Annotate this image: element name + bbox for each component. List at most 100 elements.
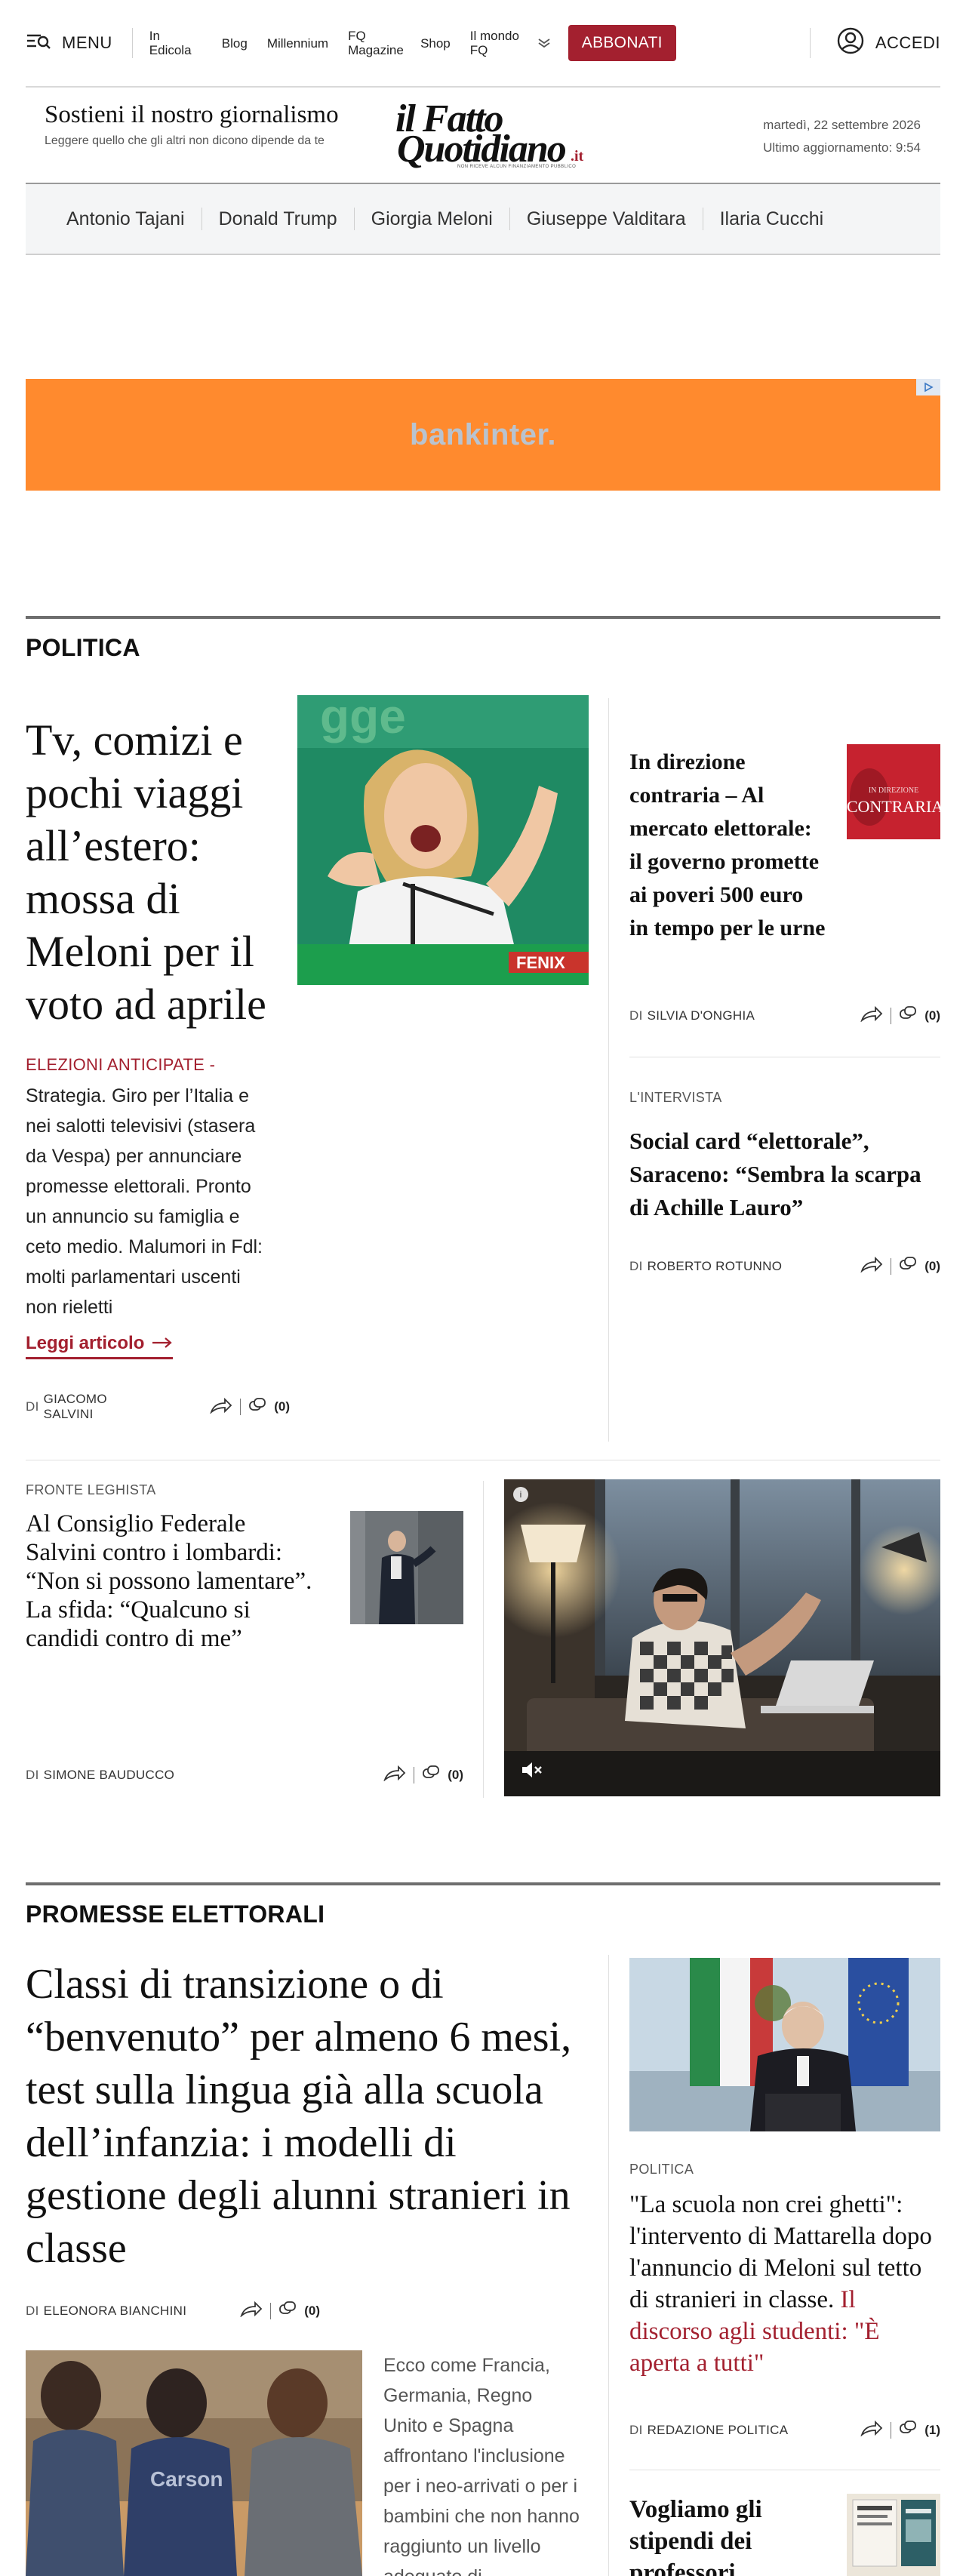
login-button[interactable]: ACCEDI xyxy=(809,27,940,58)
article-actions: (0) xyxy=(383,1765,463,1785)
logo-tagline: NON RICEVE ALCUN FINANZIAMENTO PUBBLICO xyxy=(457,165,577,169)
side-article-kicker[interactable]: L'INTERVISTA xyxy=(629,1090,722,1106)
main-article-kicker[interactable]: ELEZIONI ANTICIPATE - xyxy=(26,1055,215,1075)
byline-prefix: DI xyxy=(26,1399,39,1414)
current-date: martedì, 22 settembre 2026 xyxy=(763,118,921,132)
main-article-title[interactable]: Tv, comizi e pochi viaggi all’estero: mo… xyxy=(26,714,282,1031)
share-icon[interactable] xyxy=(210,1397,232,1417)
byline: DI ELEONORA BIANCHINI xyxy=(26,2304,186,2319)
byline: DI GIACOMO SALVINI xyxy=(26,1392,127,1422)
tag-ilaria-cucchi[interactable]: Ilaria Cucchi xyxy=(702,208,841,230)
support-subtitle[interactable]: Leggere quello che gli altri non dicono … xyxy=(45,134,384,147)
author-link[interactable]: ROBERTO ROTUNNO xyxy=(648,1259,783,1274)
article-actions: (1) xyxy=(860,2420,940,2440)
article-actions: (0) xyxy=(860,1005,940,1026)
nav-link-fq-magazine[interactable]: FQ Magazine xyxy=(348,29,404,57)
byline: DI REDAZIONE POLITICA xyxy=(629,2423,788,2438)
separator xyxy=(240,1399,242,1415)
main-article-summary: Strategia. Giro per l’Italia e nei salot… xyxy=(26,1085,263,1318)
tag-giuseppe-valditara[interactable]: Giuseppe Valditara xyxy=(509,208,703,230)
nav-link-blog[interactable]: Blog xyxy=(222,36,248,51)
section-divider xyxy=(26,1882,940,1885)
comments-icon[interactable] xyxy=(899,1256,917,1276)
svg-text:FENIX: FENIX xyxy=(516,953,565,972)
mute-icon[interactable] xyxy=(521,1760,543,1784)
ad-brand: bankinter. xyxy=(410,417,556,451)
comments-icon[interactable] xyxy=(422,1765,440,1785)
nav-link-in-edicola[interactable]: In Edicola xyxy=(149,29,202,57)
comment-count[interactable]: (0) xyxy=(274,1399,290,1414)
card-thumbnail[interactable] xyxy=(350,1511,463,1624)
side-article-thumbnail[interactable] xyxy=(847,2494,940,2576)
author-link[interactable]: SIMONE BAUDUCCO xyxy=(44,1768,175,1783)
advertisement-banner[interactable]: bankinter. xyxy=(26,379,940,491)
info-icon[interactable]: i xyxy=(513,1487,528,1502)
comment-count[interactable]: (0) xyxy=(924,1008,940,1023)
thumb-label: CONTRARIA xyxy=(847,797,940,816)
share-icon[interactable] xyxy=(860,1256,883,1276)
author-link[interactable]: REDAZIONE POLITICA xyxy=(648,2423,789,2438)
side-article-title[interactable]: Social card “elettorale”, Saraceno: “Sem… xyxy=(629,1125,940,1224)
lead-article-title[interactable]: Classi di transizione o di “benvenuto” p… xyxy=(26,1958,607,2275)
share-icon[interactable] xyxy=(860,2420,883,2440)
tag-giorgia-meloni[interactable]: Giorgia Meloni xyxy=(353,208,509,230)
side-article-title[interactable]: "La scuola non crei ghetti": l'intervent… xyxy=(629,2189,940,2379)
comments-icon[interactable] xyxy=(899,1005,917,1026)
comment-count[interactable]: (0) xyxy=(304,2304,320,2319)
side-article-photo[interactable] xyxy=(629,1958,940,2131)
share-icon[interactable] xyxy=(860,1005,883,1026)
read-more-label: Leggi articolo xyxy=(26,1333,145,1353)
support-title[interactable]: Sostieni il nostro giornalismo xyxy=(45,101,339,129)
menu-search-icon xyxy=(26,32,51,54)
side-article-title[interactable]: Vogliamo gli stipendi dei professori ade… xyxy=(629,2494,826,2576)
column-divider xyxy=(608,1955,609,2576)
comments-icon[interactable] xyxy=(899,2420,917,2440)
author-link[interactable]: GIACOMO SALVINI xyxy=(44,1392,127,1422)
side-article-thumbnail[interactable]: IN DIREZIONE CONTRARIA xyxy=(847,744,940,839)
svg-text:Carson: Carson xyxy=(150,2467,223,2491)
svg-text:gge: gge xyxy=(320,695,406,743)
article-actions: (0) xyxy=(860,1256,940,1276)
site-logo[interactable]: il Fatto Quotidiano .it NON RICEVE ALCUN… xyxy=(395,97,622,172)
main-article-photo[interactable]: gge FENIX xyxy=(297,695,589,985)
share-icon[interactable] xyxy=(383,1765,406,1785)
card-kicker[interactable]: FRONTE LEGHISTA xyxy=(26,1482,156,1498)
byline: DI SIMONE BAUDUCCO xyxy=(26,1768,174,1783)
comment-count[interactable]: (0) xyxy=(924,1259,940,1274)
byline: DI SILVIA D'ONGHIA xyxy=(629,1008,755,1023)
nav-link-millennium[interactable]: Millennium xyxy=(267,36,328,51)
tag-antonio-tajani[interactable]: Antonio Tajani xyxy=(66,208,202,230)
author-link[interactable]: SILVIA D'ONGHIA xyxy=(648,1008,755,1023)
column-divider xyxy=(608,698,609,1442)
section-title-politica[interactable]: POLITICA xyxy=(26,634,140,662)
share-icon[interactable] xyxy=(240,2301,263,2321)
side-article-title[interactable]: In direzione contraria – Al mercato elet… xyxy=(629,746,827,945)
author-link[interactable]: ELEONORA BIANCHINI xyxy=(44,2304,187,2319)
lead-article-summary: Ecco come Francia, Germania, Regno Unito… xyxy=(383,2355,580,2576)
video-player[interactable]: i xyxy=(504,1479,940,1796)
comment-count[interactable]: (1) xyxy=(924,2423,940,2438)
nav-link-mondo-fq[interactable]: Il mondo FQ xyxy=(470,29,523,57)
lead-article-photo[interactable]: Carson xyxy=(26,2350,362,2576)
comments-icon[interactable] xyxy=(248,1397,266,1417)
side-article-kicker[interactable]: POLITICA xyxy=(629,2162,694,2177)
lead-article-meta: DI ELEONORA BIANCHINI (0) xyxy=(26,2301,320,2321)
subscribe-button[interactable]: ABBONATI xyxy=(568,25,676,61)
menu-label: MENU xyxy=(62,33,112,52)
section-title-promesse[interactable]: PROMESSE ELETTORALI xyxy=(26,1900,325,1928)
nav-links: In Edicola Blog Millennium FQ Magazine S… xyxy=(149,20,568,66)
card-title[interactable]: Al Consiglio Federale Salvini contro i l… xyxy=(26,1510,312,1653)
tag-donald-trump[interactable]: Donald Trump xyxy=(201,208,354,230)
menu-button[interactable]: MENU xyxy=(26,28,133,58)
read-more-link[interactable]: Leggi articolo xyxy=(26,1333,174,1359)
chevron-down-icon[interactable] xyxy=(537,38,552,48)
comments-icon[interactable] xyxy=(278,2301,297,2321)
side-article-meta: DI SILVIA D'ONGHIA (0) xyxy=(629,1005,940,1026)
side-article-title-text: "La scuola non crei ghetti": l'intervent… xyxy=(629,2191,932,2313)
thumb-sub: IN DIREZIONE xyxy=(869,786,918,795)
byline-prefix: DI xyxy=(26,1767,39,1782)
comment-count[interactable]: (0) xyxy=(448,1768,463,1783)
login-label: ACCEDI xyxy=(875,33,940,52)
nav-link-shop[interactable]: Shop xyxy=(420,36,451,51)
adchoices-icon[interactable] xyxy=(916,379,940,395)
